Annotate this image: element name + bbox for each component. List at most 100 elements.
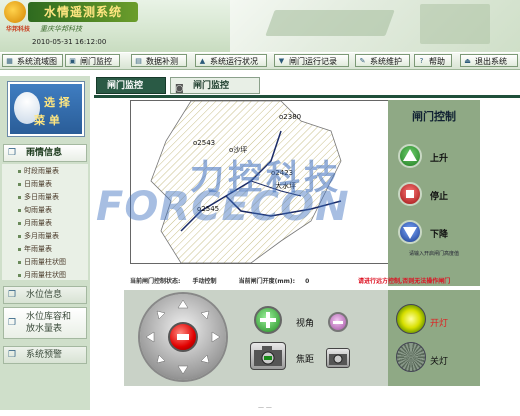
menu-data-retest-button[interactable]: ▤ 数据补测 xyxy=(131,54,187,67)
stop-icon xyxy=(177,334,189,340)
status-line: 当前闸门控制状态: 手动控制 当前闸门开度(mm): 0 xyxy=(130,276,388,288)
gate-control-title: 闸门控制 xyxy=(412,110,456,123)
stop-icon xyxy=(406,190,414,198)
wrench-icon: ✎ xyxy=(359,57,366,65)
sidebar-item-label: 雨情信息 xyxy=(26,148,63,158)
select-menu-text-1: 选 择 xyxy=(44,96,70,109)
opening-label: 当前闸门开度(mm): xyxy=(238,278,295,285)
arrow-down-icon xyxy=(403,227,417,239)
tab-gate-monitor-view[interactable]: ◙ 闸门监控 xyxy=(170,77,260,94)
select-menu-banner: 选 择 菜 单 xyxy=(8,82,84,136)
menu-exit-button[interactable]: ⏏ 退出系统 xyxy=(460,54,518,67)
sidebar-item-label: 水位库容和 xyxy=(26,312,72,322)
arrow-up-icon xyxy=(403,149,417,161)
menu-maintenance-button[interactable]: ✎ 系统维护 xyxy=(355,54,410,67)
light-on-icon[interactable] xyxy=(396,304,426,334)
focus-label: 焦距 xyxy=(296,355,315,365)
gate-up-label: 上升 xyxy=(430,154,449,164)
plus-icon xyxy=(260,312,276,328)
gate-stop-button[interactable] xyxy=(398,182,422,206)
sidebar-item-label: 系统预警 xyxy=(26,350,63,360)
tab-gate-monitor[interactable]: 闸门监控 xyxy=(96,77,166,94)
camera-icon xyxy=(329,354,347,365)
menu-label: 退出系统 xyxy=(475,57,507,66)
station-label: o2380 xyxy=(279,113,302,121)
rain-list-item[interactable]: 日雨量柱状图 xyxy=(18,257,82,268)
select-menu-text-2: 菜 单 xyxy=(34,114,60,127)
rain-list-item[interactable]: 时段雨量表 xyxy=(18,166,82,177)
app-title: 水情遥测系统 xyxy=(28,2,138,22)
rain-list-item[interactable]: 月雨量表 xyxy=(18,218,82,229)
zoom-out-button[interactable] xyxy=(328,312,348,332)
menu-system-status-button[interactable]: ▲ 系统运行状况 xyxy=(195,54,267,67)
light-off-label[interactable]: 关灯 xyxy=(430,354,448,367)
rain-list-item[interactable]: 旬雨量表 xyxy=(18,205,82,216)
sidebar-item-label: 水位信息 xyxy=(26,290,63,300)
control-mode-value: 手动控制 xyxy=(192,278,217,285)
light-off-icon[interactable] xyxy=(396,342,426,372)
opening-value: 0 xyxy=(305,278,310,285)
status-warning: 请进行远方控制,否则无法操作闸门 xyxy=(358,278,451,285)
menu-label: 系统运行状况 xyxy=(210,57,258,66)
book-icon: ❐ xyxy=(8,318,17,328)
sidebar-item-label: 放水量表 xyxy=(26,324,63,334)
tab-label: 闸门监控 xyxy=(193,81,230,91)
sidebar-item-capacity[interactable]: ❐ 水位库容和放水量表 xyxy=(3,307,87,339)
help-icon: ? xyxy=(419,57,424,65)
menu-label: 系统流域图 xyxy=(17,57,57,66)
gate-stop-label: 停止 xyxy=(430,192,449,202)
focus-near-button[interactable] xyxy=(250,342,286,370)
camera-icon: ◙ xyxy=(175,84,184,94)
menu-label: 帮助 xyxy=(429,57,445,66)
rain-list-item[interactable]: 月雨量柱状图 xyxy=(18,270,82,281)
gate-up-button[interactable] xyxy=(398,144,422,168)
gate-down-label: 下降 xyxy=(430,230,449,240)
header-subtitle: 重庆华邦科技 xyxy=(40,25,82,33)
menu-gate-monitor-button[interactable]: ▣ 闸门监控 xyxy=(65,54,120,67)
focus-far-button[interactable] xyxy=(326,348,350,368)
tab-bar: 闸门监控 ◙ 闸门监控 xyxy=(94,75,520,98)
minus-icon xyxy=(333,321,343,324)
data-icon: ▤ xyxy=(135,57,142,65)
watermark-en: FORCECON xyxy=(96,184,350,230)
control-mode-label: 当前闸门控制状态: xyxy=(130,278,181,285)
rain-list-item[interactable]: 多日雨量表 xyxy=(18,192,82,203)
datetime-display: 2010-05-31 16:12:00 xyxy=(32,38,107,46)
header-photo xyxy=(230,0,520,52)
gate-down-button[interactable] xyxy=(398,220,422,244)
sidebar-item-warning[interactable]: ❐ 系统预警 xyxy=(3,346,87,364)
logo-emblem-icon xyxy=(4,1,26,23)
sidebar-item-water-level[interactable]: ❐ 水位信息 xyxy=(3,286,87,304)
header-banner: 水情遥测系统 华邦科技 重庆华邦科技 2010-05-31 16:12:00 xyxy=(0,0,520,52)
rain-list-item[interactable]: 多月雨量表 xyxy=(18,231,82,242)
menu-label: 闸门监控 xyxy=(80,57,112,66)
status-icon: ▲ xyxy=(199,57,206,65)
light-on-label[interactable]: 开灯 xyxy=(430,316,448,329)
menu-label: 数据补测 xyxy=(146,57,178,66)
menu-basin-map-button[interactable]: ▦ 系统流域图 xyxy=(2,54,63,67)
menu-gate-record-button[interactable]: ▼ 闸门运行记录 xyxy=(274,54,349,67)
ptz-center-button[interactable] xyxy=(168,322,198,352)
rain-list-item[interactable]: 日雨量表 xyxy=(18,179,82,190)
menu-label: 系统维护 xyxy=(370,57,402,66)
light-control-area xyxy=(388,290,480,386)
camera-icon xyxy=(254,346,282,366)
rain-list-item[interactable]: 年雨量表 xyxy=(18,244,82,255)
zoom-in-button[interactable] xyxy=(254,306,282,334)
book-icon: ❐ xyxy=(8,290,17,300)
zoom-label: 视角 xyxy=(296,319,315,329)
gate-control-panel: 闸门控制 上升 停止 下降 请输入开启闸门高度值 xyxy=(388,100,480,286)
menu-help-button[interactable]: ? 帮助 xyxy=(414,54,452,67)
footer-mark: — — xyxy=(258,404,272,411)
exit-icon: ⏏ xyxy=(464,57,471,65)
map-icon: ▦ xyxy=(6,57,13,65)
book-icon: ❐ xyxy=(8,148,17,158)
menu-label: 闸门运行记录 xyxy=(289,57,337,66)
book-icon: ❐ xyxy=(8,350,17,360)
sidebar-item-rain-info[interactable]: ❐ 雨情信息 xyxy=(3,144,87,162)
brand-label: 华邦科技 xyxy=(6,26,31,33)
menu-bar: ▦ 系统流域图 ▣ 闸门监控 ▤ 数据补测 ▲ 系统运行状况 ▼ 闸门运行记录 ✎ 系统维护… xyxy=(0,53,520,70)
gate-control-note: 请输入开启闸门高度值 xyxy=(408,251,459,257)
station-label: o2543 xyxy=(193,139,216,147)
gate-icon: ▣ xyxy=(69,57,76,65)
